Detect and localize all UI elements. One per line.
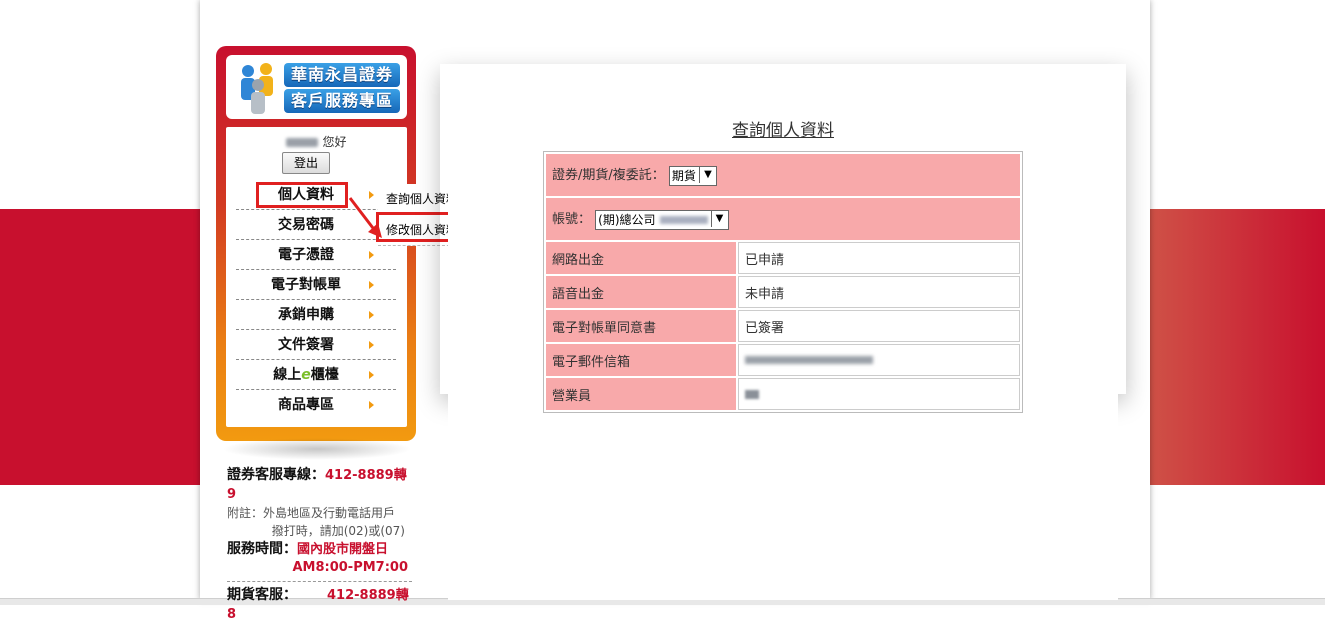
account-select-label: 帳號：	[552, 212, 592, 228]
account-select-cell: 帳號： (期)總公司 ▼	[546, 198, 1020, 240]
type-select-value: 期貨	[671, 168, 696, 183]
menu-item-e-certificate[interactable]: 電子憑證	[236, 240, 396, 270]
contact-divider	[227, 581, 412, 582]
panel-shadow	[222, 438, 412, 460]
menu-item-label-post: 櫃檯	[310, 367, 339, 383]
chevron-down-icon: ▼	[698, 166, 716, 183]
service-hours-value-2: AM8:00-PM7:00	[292, 560, 408, 575]
contact-note-2: 撥打時，請加(02)或(07)	[271, 524, 405, 538]
table-row: 語音出金 未申請	[546, 276, 1020, 308]
table-row: 電子對帳單同意書 已簽署	[546, 310, 1020, 342]
annotation-box-personal-info	[256, 182, 348, 208]
menu-item-label: 交易密碼	[278, 217, 334, 233]
table-row: 營業員	[546, 378, 1020, 410]
table-row: 電子郵件信箱	[546, 344, 1020, 376]
type-select-row: 證券/期貨/複委託： 期貨 ▼	[546, 154, 1020, 196]
arrow-right-icon	[369, 371, 374, 379]
annotation-arrow-icon	[348, 197, 382, 238]
row-value: 已簽署	[738, 310, 1020, 342]
row-value: 未申請	[738, 276, 1020, 308]
menu-item-label-pre: 線上	[273, 367, 302, 383]
menu-item-e-statement[interactable]: 電子對帳單	[236, 270, 396, 300]
contact-note-1: 附註：外島地區及行動電話用戶	[227, 506, 396, 520]
logo-line-2: 客戶服務專區	[284, 89, 400, 113]
table-row: 網路出金 已申請	[546, 242, 1020, 274]
type-select[interactable]: 期貨 ▼	[668, 165, 717, 186]
futures-service-label: 期貨客服：	[227, 587, 297, 603]
personal-info-table: 證券/期貨/複委託： 期貨 ▼ 帳號： (期)總公司 ▼ 網路出金 已申請 語音出金…	[543, 151, 1023, 413]
row-label: 網路出金	[546, 242, 736, 274]
email-redacted	[745, 356, 873, 364]
service-hours-label: 服務時間：	[227, 541, 297, 557]
menu-item-label: 電子憑證	[278, 247, 334, 263]
menu-item-label-e: e	[301, 367, 311, 383]
menu-item-label: 文件簽署	[278, 337, 334, 353]
menu-item-online-counter[interactable]: 線上e櫃檯	[236, 360, 396, 390]
logo-text: 華南永昌證券 客戶服務專區	[284, 63, 400, 115]
arrow-right-icon	[369, 251, 374, 259]
arrow-right-icon	[369, 341, 374, 349]
arrow-right-icon	[369, 401, 374, 409]
menu-item-products[interactable]: 商品專區	[236, 390, 396, 420]
page-title: 查詢個人資料	[732, 121, 834, 141]
chevron-down-icon: ▼	[710, 210, 728, 227]
brand-logo: 華南永昌證券 客戶服務專區	[226, 55, 407, 119]
row-label: 電子對帳單同意書	[546, 310, 736, 342]
menu-item-label: 商品專區	[278, 397, 334, 413]
contact-info: 證券客服專線：412-8889轉9 附註：外島地區及行動電話用戶 撥打時，請加(…	[227, 466, 412, 624]
securities-hotline-label: 證券客服專線：	[227, 467, 325, 483]
sales-rep-value	[738, 378, 1020, 410]
arrow-right-icon	[369, 281, 374, 289]
arrow-right-icon	[369, 311, 374, 319]
menu-item-label: 電子對帳單	[271, 277, 341, 293]
account-select[interactable]: (期)總公司 ▼	[595, 209, 729, 230]
service-hours-value-1: 國內股市開盤日	[297, 542, 389, 557]
user-greeting: 您好	[226, 133, 407, 150]
menu-item-ipo-subscription[interactable]: 承銷申購	[236, 300, 396, 330]
menu-item-label: 承銷申購	[278, 307, 334, 323]
menu-item-document-signing[interactable]: 文件簽署	[236, 330, 396, 360]
account-select-row: 帳號： (期)總公司 ▼	[546, 198, 1020, 240]
people-icon	[241, 63, 273, 114]
account-number-redacted	[659, 216, 708, 225]
logo-line-1: 華南永昌證券	[284, 63, 400, 87]
type-select-label: 證券/期貨/複委託：	[552, 168, 665, 184]
email-value	[738, 344, 1020, 376]
row-label: 營業員	[546, 378, 736, 410]
row-value: 已申請	[738, 242, 1020, 274]
sales-rep-redacted	[745, 389, 759, 399]
logout-button[interactable]: 登出	[282, 152, 330, 174]
type-select-cell: 證券/期貨/複委託： 期貨 ▼	[546, 154, 1020, 196]
user-name-redacted	[286, 138, 319, 147]
row-label: 電子郵件信箱	[546, 344, 736, 376]
row-label: 語音出金	[546, 276, 736, 308]
greeting-text: 您好	[322, 135, 347, 149]
account-select-value: (期)總公司	[598, 212, 656, 227]
